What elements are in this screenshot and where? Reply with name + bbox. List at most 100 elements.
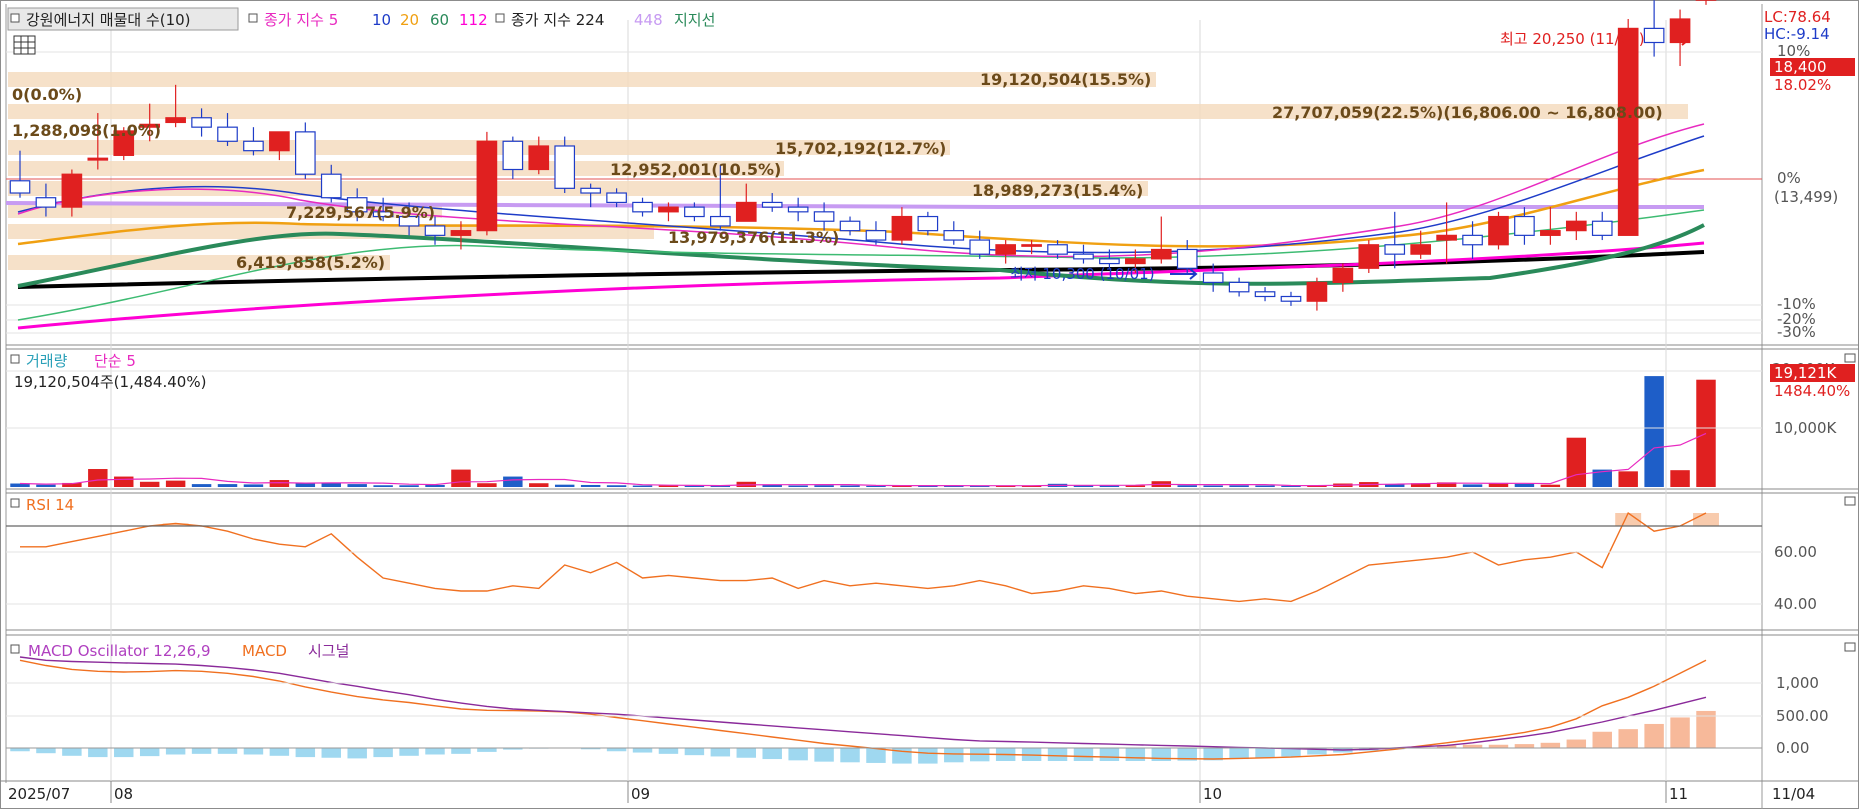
candle-body bbox=[865, 230, 887, 241]
candle-body bbox=[710, 215, 731, 227]
candle bbox=[995, 240, 1016, 264]
x-tick-start: 2025/07 bbox=[8, 785, 70, 803]
macd-osc-bar bbox=[632, 748, 653, 753]
volume-bar bbox=[1203, 485, 1223, 487]
volume-bar bbox=[788, 485, 808, 487]
candle-body bbox=[658, 206, 679, 213]
candle bbox=[294, 122, 316, 179]
candle-body bbox=[606, 192, 627, 204]
low-annotation: 최저 10,300 (10/01) bbox=[1010, 265, 1155, 283]
volume-bar bbox=[88, 469, 108, 487]
candle-body bbox=[1254, 291, 1276, 298]
macd-osc-bar bbox=[684, 748, 705, 756]
macd-signal-title: 시그널 bbox=[308, 642, 349, 660]
macd-osc-bar bbox=[1255, 748, 1275, 758]
candle bbox=[969, 230, 991, 259]
candle-body bbox=[580, 187, 601, 194]
volume-bar bbox=[1644, 376, 1664, 487]
legend-ma-20: 20 bbox=[400, 11, 419, 29]
volume-bar bbox=[1177, 485, 1197, 487]
macd-osc-bar bbox=[62, 748, 82, 756]
candle-body bbox=[269, 131, 290, 152]
stock-chart-svg: 강원에너지 매물대 수(10) 종가 지수 5 10 20 60 112 종가 … bbox=[0, 0, 1859, 809]
legend-support: 지지선 bbox=[674, 11, 715, 29]
legend-box-icon-2 bbox=[248, 13, 258, 23]
profile-label: 6,419,858(5.2%) bbox=[236, 253, 385, 272]
candle-body bbox=[9, 180, 31, 194]
candle-body bbox=[165, 117, 186, 124]
volume-bar bbox=[840, 485, 860, 487]
volume-bar bbox=[114, 476, 134, 487]
candle-body bbox=[243, 140, 264, 152]
candle-body bbox=[787, 206, 809, 213]
volume-bar bbox=[425, 484, 445, 487]
macd-title: MACD bbox=[242, 642, 287, 660]
volume-ma: 단순 5 bbox=[94, 352, 136, 370]
candle-body bbox=[1591, 220, 1613, 236]
table-toggle-icon[interactable] bbox=[13, 35, 36, 55]
candle-body bbox=[1176, 248, 1198, 269]
volume-bar bbox=[1670, 470, 1690, 487]
macd-osc-bar bbox=[1644, 723, 1664, 748]
macd-guides bbox=[6, 682, 1762, 749]
candle bbox=[1617, 18, 1639, 236]
candle bbox=[476, 131, 498, 236]
volume-guides bbox=[6, 370, 1762, 429]
profile-label: 27,707,059(22.5%)(16,806.00 ~ 16,808.00) bbox=[1272, 103, 1663, 122]
candle-body bbox=[1488, 215, 1509, 246]
candle-body bbox=[1410, 244, 1432, 255]
macd-osc-bar bbox=[451, 748, 471, 754]
macd-osc-bar bbox=[1566, 739, 1587, 748]
panel-close-icon[interactable] bbox=[1844, 496, 1856, 506]
macd-osc-bar bbox=[762, 748, 782, 760]
profile-label: 12,952,001(10.5%) bbox=[610, 160, 781, 179]
macd-osc-bar bbox=[425, 748, 445, 755]
candle-body bbox=[1540, 230, 1561, 236]
candle-body bbox=[1306, 281, 1328, 302]
rsi-title: RSI 14 bbox=[26, 496, 74, 514]
candle bbox=[269, 131, 290, 161]
volume-bar bbox=[347, 484, 367, 487]
candle bbox=[1436, 202, 1457, 264]
candle-body bbox=[87, 157, 109, 161]
candle-body bbox=[1150, 248, 1172, 260]
lc-value: LC:78.64 bbox=[1764, 8, 1831, 26]
macd-signal-line bbox=[19, 656, 1707, 751]
candle-body bbox=[1436, 234, 1457, 241]
candle bbox=[1280, 291, 1302, 306]
candle-body bbox=[1280, 295, 1302, 302]
volume-bar bbox=[451, 469, 471, 487]
candle-body bbox=[424, 225, 446, 236]
rsi-tick-40: 40.00 bbox=[1774, 595, 1817, 613]
macd-osc-bar bbox=[399, 748, 419, 756]
candle-body bbox=[1332, 267, 1354, 283]
candle bbox=[1565, 211, 1587, 241]
legend-box-icon-3 bbox=[495, 13, 505, 23]
volume-bar bbox=[373, 485, 393, 487]
macd-osc-bar bbox=[1618, 729, 1638, 748]
volume-bar bbox=[191, 484, 212, 487]
legend-ma-60: 60 bbox=[430, 11, 449, 29]
macd-osc-bar bbox=[918, 748, 938, 764]
macd-osc-bar bbox=[36, 748, 56, 754]
volume-bar bbox=[1514, 483, 1535, 487]
macd-osc-bar bbox=[1514, 744, 1535, 748]
candle bbox=[1306, 277, 1328, 311]
macd-osc-bar bbox=[1073, 748, 1094, 761]
macd-osc-bar bbox=[477, 748, 497, 752]
candle-body bbox=[1073, 253, 1094, 260]
legend-ma-112: 112 bbox=[459, 11, 488, 29]
macd-osc-bar bbox=[814, 748, 834, 762]
panel-close-icon[interactable] bbox=[1844, 642, 1856, 652]
candle-body bbox=[1202, 272, 1224, 283]
candle-body bbox=[995, 244, 1016, 255]
macd-osc-bar bbox=[658, 748, 679, 754]
month-gridlines bbox=[110, 20, 1667, 781]
high-annotation: 최고 20,250 (11/04) bbox=[1500, 30, 1645, 48]
candle bbox=[891, 207, 913, 245]
candle-body bbox=[1021, 244, 1042, 247]
candle-body bbox=[1125, 258, 1146, 265]
candle-body bbox=[1099, 258, 1120, 265]
panel-close-icon[interactable] bbox=[1844, 353, 1856, 363]
candle-body bbox=[1617, 27, 1639, 236]
